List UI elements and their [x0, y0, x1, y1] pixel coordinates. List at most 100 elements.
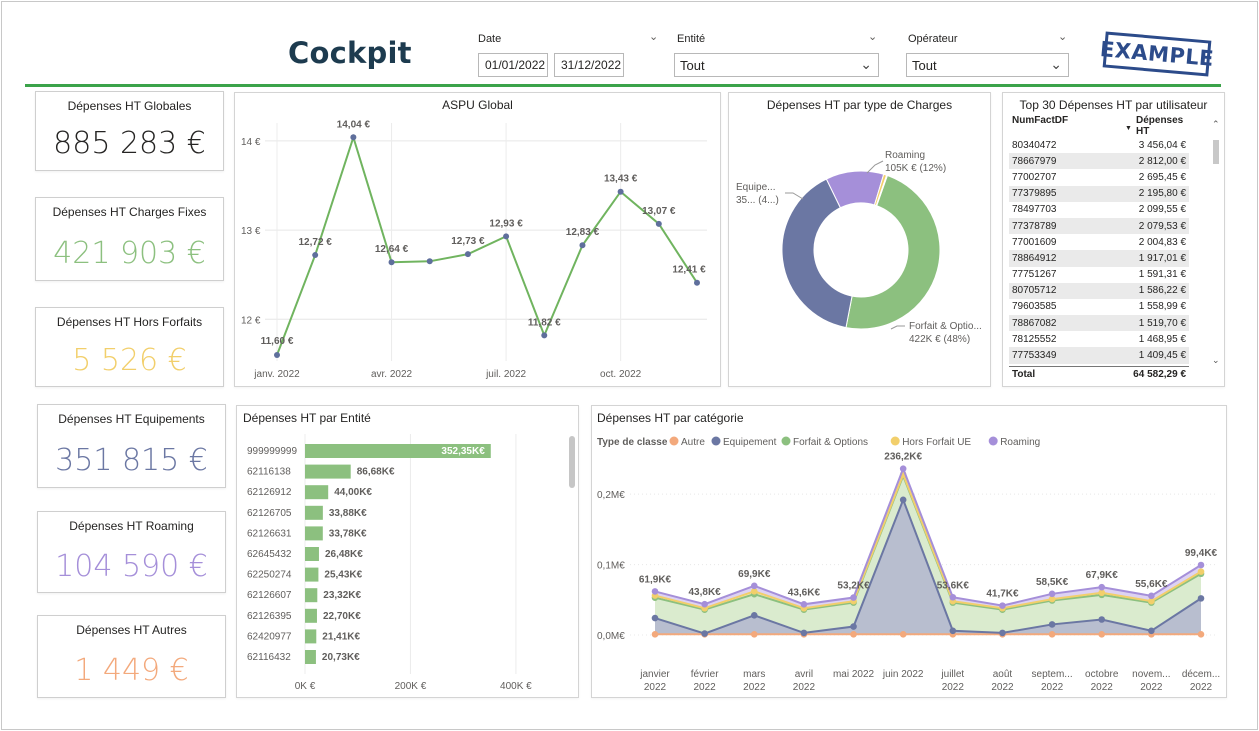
table-body: 80340472 3 456,04 € 78667979 2 812,00 € 7700… [1009, 137, 1189, 364]
bar [305, 608, 317, 623]
table-row[interactable]: 79603585 1 558,99 € [1009, 299, 1189, 315]
legend-marker [711, 436, 721, 446]
data-point [1197, 630, 1205, 638]
column-header-depenses[interactable]: Dépenses HT [1102, 115, 1189, 137]
data-point [850, 623, 857, 630]
y-tick-label: 0,2M€ [597, 490, 625, 501]
cell-numfactdf: 77002707 [1012, 171, 1057, 183]
table-row[interactable]: 77378789 2 079,53 € [1009, 217, 1189, 235]
kpi-value: 421 903 € [53, 236, 206, 271]
operator-dropdown[interactable]: Tout ⌄ [906, 53, 1069, 77]
legend-label: Forfait & Options [793, 437, 868, 448]
category-label: 62126395 [247, 611, 292, 622]
aspu-panel: ASPU Global 12 €13 €14 € janv. 2022 avr. 2… [234, 92, 721, 387]
table-row[interactable]: 77001609 2 004,83 € [1009, 234, 1189, 250]
kpi-card-fixed-charges: Dépenses HT Charges Fixes 421 903 € [35, 197, 224, 281]
data-label: 12,72 € [298, 237, 332, 248]
cell-numfactdf: 79603585 [1012, 301, 1057, 313]
kpi-card-equipment: Dépenses HT Equipements 351 815 € [37, 404, 226, 488]
data-point [949, 627, 957, 635]
table-row[interactable]: 77751267 1 591,31 € [1009, 267, 1189, 283]
chevron-down-icon[interactable]: ⌄ [1058, 30, 1067, 43]
date-end-input[interactable]: 31/12/2022 [554, 53, 624, 77]
sort-desc-icon[interactable]: ▼ [1125, 125, 1132, 132]
data-point [750, 630, 758, 638]
table-row[interactable]: 78125552 1 468,95 € [1009, 331, 1189, 347]
column-header-numfactdf[interactable]: NumFactDF [1009, 115, 1102, 126]
kpi-card-other: Dépenses HT Autres 1 449 € [37, 615, 226, 698]
x-tick-label: août [993, 669, 1013, 680]
data-point [655, 220, 662, 227]
total-label: Total [1012, 369, 1036, 381]
category-label: 62116138 [247, 467, 291, 478]
table-row[interactable]: 78497703 2 099,55 € [1009, 202, 1189, 218]
cell-numfactdf: 78125552 [1012, 333, 1057, 345]
slice-label: Equipe... [736, 182, 775, 193]
cell-depenses: 3 456,04 € [1138, 139, 1186, 151]
data-point [850, 594, 857, 601]
data-label: 13,43 € [604, 174, 638, 185]
data-point [651, 630, 659, 638]
table-row[interactable]: 77379895 2 195,80 € [1009, 185, 1189, 202]
data-point [899, 465, 907, 472]
x-tick-label-year: 2022 [1041, 682, 1064, 693]
table-row[interactable]: 78667979 2 812,00 € [1009, 153, 1189, 170]
cell-numfactdf: 77751267 [1012, 269, 1057, 281]
data-label: 53,6K€ [937, 580, 970, 591]
data-point [274, 352, 280, 358]
data-label: 58,5K€ [1036, 577, 1069, 588]
x-tick-label-year: 2022 [1190, 682, 1213, 693]
table-scrollbar[interactable] [1213, 140, 1219, 164]
chevron-down-icon[interactable]: ⌄ [868, 30, 877, 43]
category-label: 62250274 [247, 570, 292, 581]
data-point [1197, 568, 1205, 575]
chevron-down-icon[interactable]: ⌄ [649, 30, 658, 43]
data-point [999, 629, 1006, 637]
table-row[interactable]: 77753349 1 409,45 € [1009, 347, 1189, 364]
entity-slicer-label: Entité [677, 33, 706, 45]
data-label: 55,6K€ [1135, 579, 1168, 590]
kpi-value: 1 449 € [74, 653, 189, 688]
aspu-line-chart: 12 € 13 € 14 € janv. 2022 avr. 2022 juil. 202… [241, 119, 707, 380]
date-slicer-label: Date [478, 33, 502, 45]
scroll-up-icon[interactable]: ⌃ [1212, 119, 1220, 130]
table-row[interactable]: 77002707 2 695,45 € [1009, 169, 1189, 185]
page-title: Cockpit [288, 36, 412, 70]
legend-marker [890, 436, 900, 446]
x-tick-label: décem... [1182, 669, 1220, 680]
data-point [899, 496, 907, 504]
data-label: 99,4K€ [1185, 548, 1218, 559]
data-point [899, 630, 907, 638]
data-label: 41,7K€ [986, 589, 1019, 600]
data-point [701, 600, 708, 608]
data-point [1148, 592, 1155, 600]
cell-numfactdf: 77378789 [1012, 220, 1057, 232]
operator-slicer-label: Opérateur [908, 33, 958, 45]
table-row[interactable]: 78864912 1 917,01 € [1009, 250, 1189, 267]
data-label: 13,07 € [642, 206, 676, 217]
kpi-title: Dépenses HT Equipements [58, 412, 205, 426]
kpi-value: 5 526 € [72, 343, 187, 378]
bar [305, 629, 317, 644]
category-area-chart: Type de classe Autre Equipement Forfait & O… [597, 436, 1220, 693]
x-tick-label: mai 2022 [833, 669, 875, 680]
entity-scrollbar[interactable] [569, 436, 575, 488]
data-point [1048, 621, 1056, 628]
data-label: 12,41 € [672, 265, 706, 276]
x-tick-label: 400K € [500, 681, 532, 692]
cell-numfactdf: 78867082 [1012, 317, 1057, 329]
entity-dropdown-value: Tout [680, 57, 705, 73]
chevron-down-icon: ⌄ [1050, 56, 1062, 72]
table-row[interactable]: 80705712 1 586,22 € [1009, 282, 1189, 299]
data-label: 12,83 € [566, 227, 600, 238]
x-tick-label-year: 2022 [694, 682, 717, 693]
data-label: 53,2K€ [837, 581, 870, 592]
scroll-down-icon[interactable]: ⌄ [1212, 355, 1220, 366]
entity-bar-chart: 0K € 200K € 400K € 999999999 352,35K€ 6211613… [247, 434, 532, 692]
table-row[interactable]: 78867082 1 519,70 € [1009, 315, 1189, 332]
date-start-input[interactable]: 01/01/2022 [478, 53, 548, 77]
bar-label: 33,88K€ [329, 508, 367, 519]
entity-dropdown[interactable]: Tout ⌄ [674, 53, 879, 77]
table-row[interactable]: 80340472 3 456,04 € [1009, 137, 1189, 153]
x-tick-label: mars [743, 669, 765, 680]
